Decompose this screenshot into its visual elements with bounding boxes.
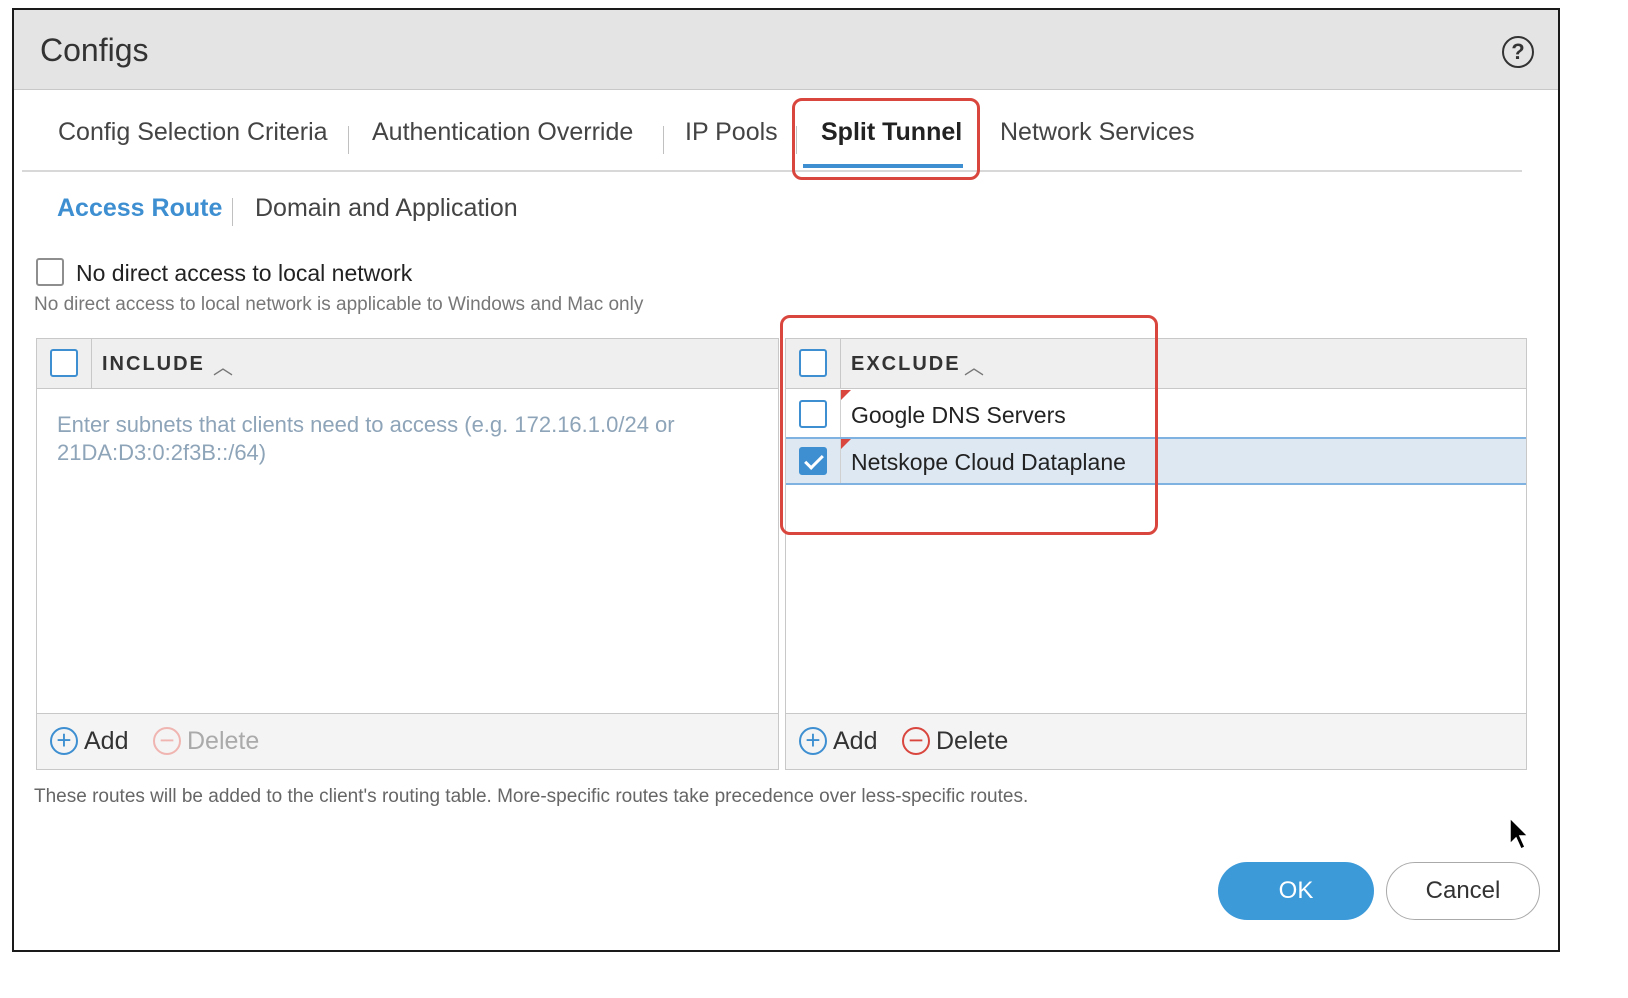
include-select-all-checkbox[interactable]	[50, 349, 78, 377]
ok-button[interactable]: OK	[1218, 862, 1374, 920]
include-footer: + Add − Delete	[37, 713, 778, 769]
include-delete-button[interactable]: − Delete	[153, 726, 259, 756]
header-divider	[91, 339, 92, 389]
exclude-add-label: Add	[833, 726, 878, 755]
cancel-button[interactable]: Cancel	[1386, 862, 1540, 920]
routing-note: These routes will be added to the client…	[34, 786, 1029, 807]
no-direct-access-checkbox[interactable]	[36, 258, 64, 286]
split-tunnel-highlight	[792, 98, 980, 180]
exclude-add-button[interactable]: + Add	[799, 726, 877, 756]
include-header: INCLUDE ︿	[37, 339, 778, 389]
tab-ip-pools[interactable]: IP Pools	[685, 118, 778, 147]
include-add-button[interactable]: + Add	[50, 726, 128, 756]
tab-bar: Config Selection Criteria Authentication…	[22, 86, 1522, 172]
tab-divider	[663, 126, 664, 154]
include-header-label[interactable]: INCLUDE	[102, 353, 205, 376]
exclude-delete-label: Delete	[936, 726, 1009, 755]
tab-divider	[348, 126, 349, 154]
tab-network-services[interactable]: Network Services	[1000, 118, 1195, 147]
subtab-access-route[interactable]: Access Route	[57, 194, 222, 223]
include-delete-label: Delete	[187, 726, 260, 755]
tab-authentication-override[interactable]: Authentication Override	[372, 118, 633, 147]
mouse-cursor-icon	[1509, 816, 1530, 851]
no-direct-access-hint: No direct access to local network is app…	[34, 294, 644, 315]
include-panel: INCLUDE ︿ Enter subnets that clients nee…	[36, 338, 779, 770]
include-placeholder[interactable]: Enter subnets that clients need to acces…	[57, 411, 747, 467]
add-circle-icon: +	[799, 727, 827, 756]
remove-circle-icon: −	[902, 727, 930, 756]
sort-ascending-icon[interactable]: ︿	[213, 351, 233, 380]
exclude-delete-button[interactable]: − Delete	[902, 726, 1008, 756]
dialog-title: Configs	[40, 32, 149, 68]
exclude-footer: + Add − Delete	[786, 713, 1526, 769]
add-circle-icon: +	[50, 727, 78, 756]
exclude-highlight	[780, 315, 1158, 535]
remove-circle-icon: −	[153, 727, 181, 756]
no-direct-access-label: No direct access to local network	[76, 260, 413, 286]
tab-config-selection-criteria[interactable]: Config Selection Criteria	[58, 118, 328, 147]
subtab-domain-and-application[interactable]: Domain and Application	[255, 194, 518, 223]
dialog-titlebar: Configs ?	[14, 10, 1558, 90]
include-add-label: Add	[84, 726, 129, 755]
help-icon[interactable]: ?	[1502, 36, 1534, 68]
subtab-divider	[232, 198, 233, 226]
